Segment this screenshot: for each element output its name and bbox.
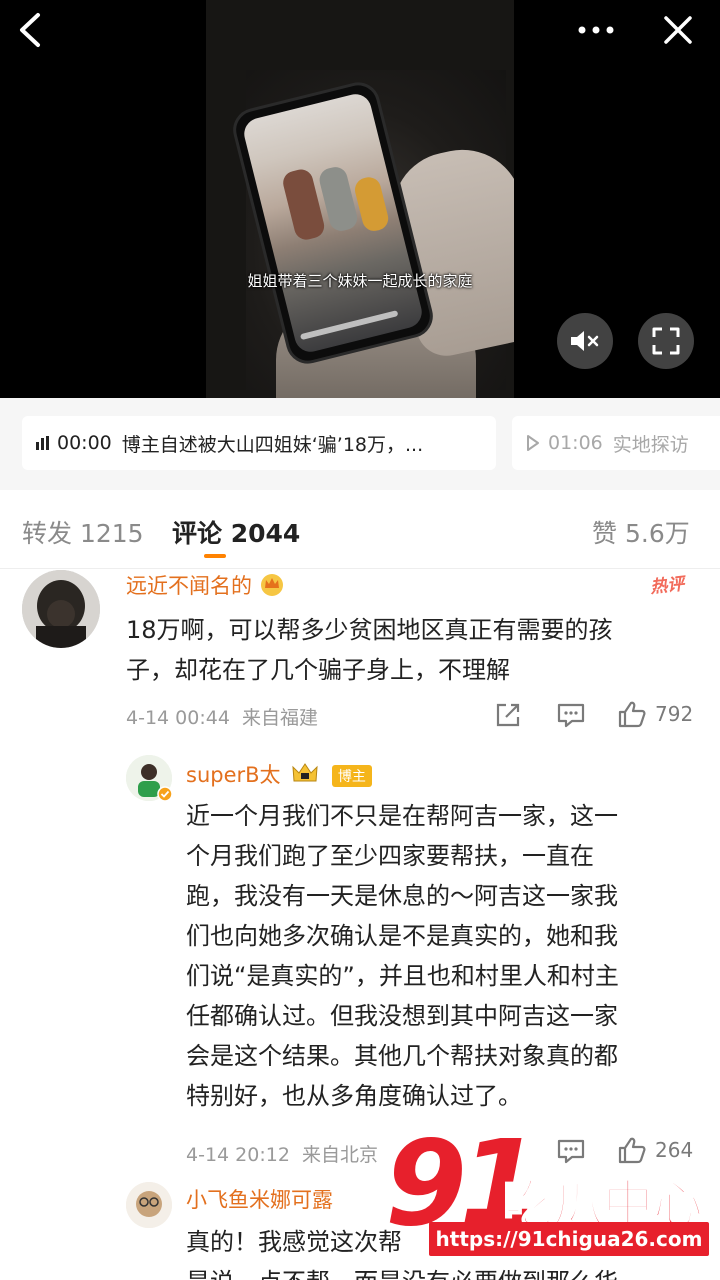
hot-comment-tag: 热评 xyxy=(649,574,686,598)
tab-comments[interactable]: 评论 2044 xyxy=(172,514,300,550)
comment-text-line: 子，却花在了几个骗子身上，不理解 xyxy=(126,656,510,684)
tab-count: 1215 xyxy=(79,519,144,548)
video-phone-bar xyxy=(299,310,399,341)
play-icon xyxy=(527,435,539,451)
comment-author-name: superB太 xyxy=(186,763,281,787)
mute-speaker-icon xyxy=(571,331,599,351)
comment-text-line: 近一个月我们不只是在帮阿吉一家，这一 xyxy=(186,802,618,830)
comment-text-line: 特别好，也从多角度确认过了。 xyxy=(186,1082,522,1110)
watermark-url: https://91chigua26.com xyxy=(429,1222,709,1256)
comment-text-line: 们说“是真实的”，并且也和村里人和村主 xyxy=(186,962,619,990)
playlist-item-title: 博主自述被大山四姐妹‘骗’18万，... xyxy=(121,433,424,456)
reply-button[interactable] xyxy=(556,701,586,729)
comment-text-line: 跑，我没有一天是休息的～阿吉这一家我 xyxy=(186,882,618,910)
comment-location: 来自福建 xyxy=(241,707,318,729)
playing-equalizer-icon xyxy=(36,436,49,450)
comment-meta: 4-14 20:12 来自北京 xyxy=(186,1140,378,1167)
tab-likes[interactable]: 赞 5.6万 xyxy=(592,514,690,550)
comment-location: 来自北京 xyxy=(301,1144,378,1166)
comment-text-line: 个月我们跑了至少四家要帮扶，一直在 xyxy=(186,842,594,870)
thumbs-up-icon xyxy=(618,701,646,728)
comment-author-name: 远近不闻名的 xyxy=(126,574,252,598)
comment-author[interactable]: 远近不闻名的 xyxy=(126,570,285,600)
avatar-figure-icon xyxy=(126,1182,172,1228)
tab-count: 2044 xyxy=(230,519,301,548)
verified-badge-icon xyxy=(157,786,173,802)
crown-badge-icon xyxy=(260,574,283,596)
video-caption: 姐姐带着三个妹妹一起成长的家庭 xyxy=(247,272,473,290)
comment-text-line: 任都确认过。但我没想到其中阿吉这一家 xyxy=(186,1002,618,1030)
comment-author-name: 小飞鱼米娜可露 xyxy=(186,1188,333,1212)
video-playlist: 00:00 博主自述被大山四姐妹‘骗’18万，... 01:06 实地探访 xyxy=(0,398,720,490)
watermark-logo: 91 吃瓜中心 https://91chigua26.com xyxy=(385,1118,715,1280)
playlist-item-title: 实地探访 xyxy=(612,433,689,456)
comment-text-line: 们也向她多次确认是不是真实的，她和我 xyxy=(186,922,618,950)
avatar[interactable] xyxy=(126,1182,172,1228)
video-player[interactable]: 姐姐带着三个妹妹一起成长的家庭 xyxy=(0,0,720,398)
comment-time: 4-14 20:12 xyxy=(186,1144,290,1166)
tab-label: 赞 xyxy=(592,519,618,548)
comment-meta: 4-14 00:44 来自福建 xyxy=(126,703,318,730)
comment-text-line: 会是这个结果。其他几个帮扶对象真的都 xyxy=(186,1042,618,1070)
share-button[interactable] xyxy=(494,701,522,729)
tab-count: 5.6万 xyxy=(624,519,690,548)
comment-time: 4-14 00:44 xyxy=(126,707,230,729)
playlist-item[interactable]: 01:06 实地探访 xyxy=(512,416,720,470)
author-badge: 博主 xyxy=(331,765,372,787)
tab-bar: 转发 1215 评论 2044 赞 5.6万 xyxy=(0,490,720,570)
more-button[interactable] xyxy=(574,8,618,52)
playlist-item-active[interactable]: 00:00 博主自述被大山四姐妹‘骗’18万，... xyxy=(22,416,496,470)
tab-label: 评论 xyxy=(172,519,223,548)
fullscreen-button[interactable] xyxy=(638,313,694,369)
like-button[interactable]: 792 xyxy=(617,699,693,729)
comment-author[interactable]: 小飞鱼米娜可露 xyxy=(186,1184,333,1214)
tab-reposts[interactable]: 转发 1215 xyxy=(22,514,144,550)
comment-text: 近一个月我们不只是在帮阿吉一家，这一 个月我们跑了至少四家要帮扶，一直在 跑，我… xyxy=(186,796,696,1116)
playlist-item-time: 00:00 xyxy=(57,432,112,454)
comment-author[interactable]: superB太 博主 xyxy=(186,759,372,789)
back-button[interactable] xyxy=(8,8,52,52)
close-icon xyxy=(664,16,692,44)
more-dots-icon xyxy=(578,26,614,34)
divider xyxy=(0,568,720,569)
tab-label: 转发 xyxy=(22,519,73,548)
avatar[interactable] xyxy=(22,570,100,648)
fullscreen-icon xyxy=(652,327,680,355)
mute-button[interactable] xyxy=(557,313,613,369)
comment-bubble-icon xyxy=(557,703,585,728)
video-figure xyxy=(352,174,391,234)
avatar-figure-icon xyxy=(22,570,100,648)
back-chevron-icon xyxy=(20,13,40,47)
active-tab-indicator xyxy=(204,554,226,558)
playlist-item-time: 01:06 xyxy=(548,432,603,454)
crown-badge-icon xyxy=(292,763,318,782)
share-icon xyxy=(496,703,520,727)
like-count: 792 xyxy=(655,702,694,726)
comment-text-line: 18万啊，可以帮多少贫困地区真正有需要的孩 xyxy=(126,616,613,644)
video-frame xyxy=(206,0,514,398)
comment-text: 18万啊，可以帮多少贫困地区真正有需要的孩 子，却花在了几个骗子身上，不理解 xyxy=(126,610,706,690)
close-button[interactable] xyxy=(656,8,700,52)
